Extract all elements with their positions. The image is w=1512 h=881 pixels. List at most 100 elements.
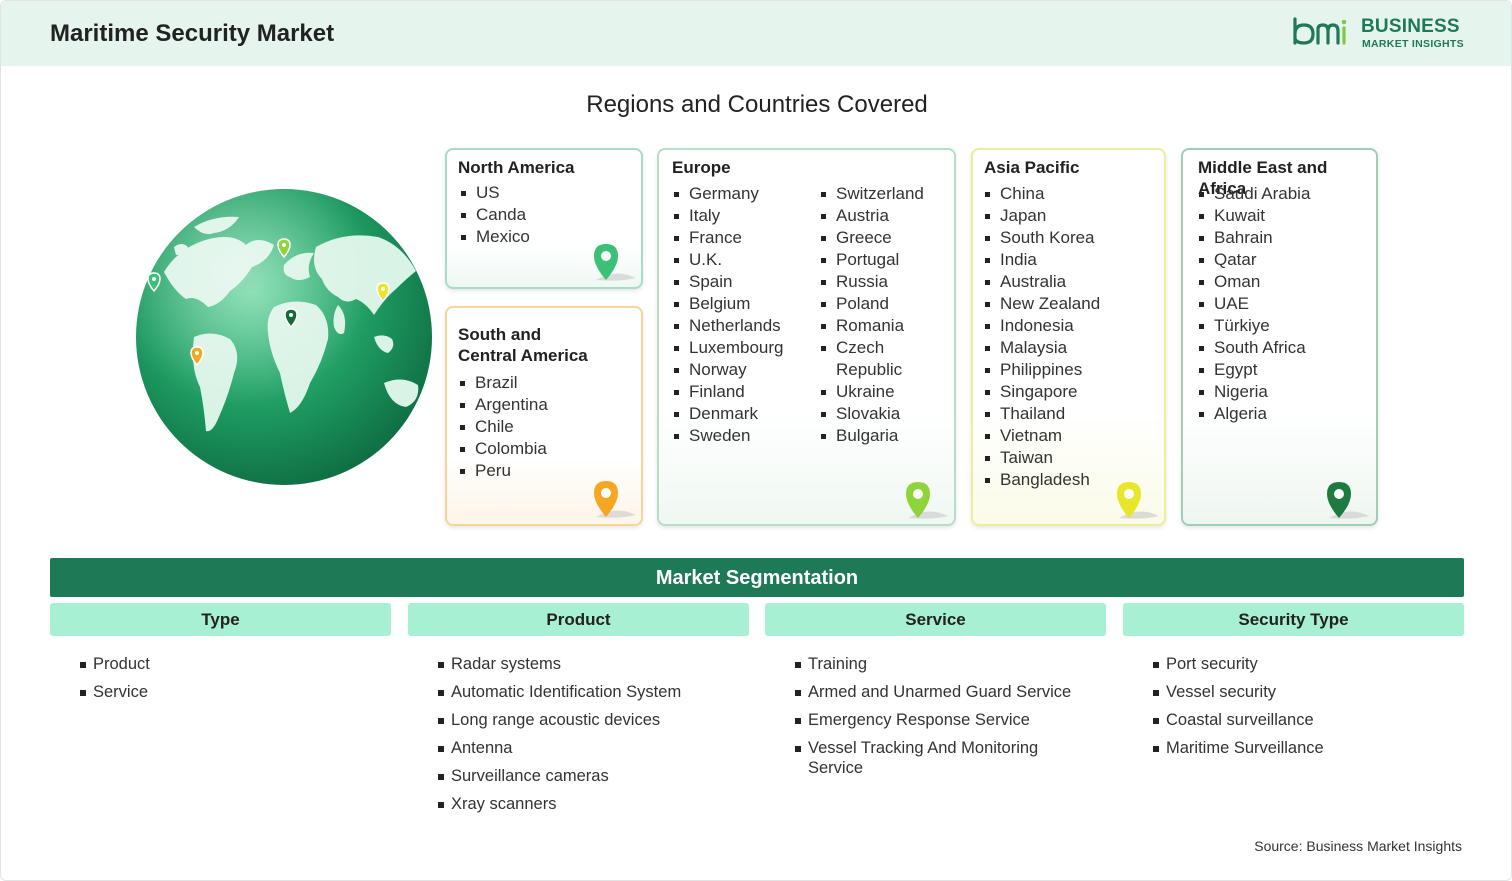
- list-item: Canda: [459, 204, 530, 226]
- list-item: Algeria: [1197, 403, 1310, 425]
- list-item: Port security: [1153, 654, 1453, 674]
- list-item: Qatar: [1197, 249, 1310, 271]
- segment-heading-service: Service: [765, 603, 1106, 636]
- region-card-south-central-america: South and Central America Brazil Argenti…: [445, 306, 643, 526]
- list-item: Bahrain: [1197, 227, 1310, 249]
- list-item: Service: [80, 682, 380, 702]
- list-item: Indonesia: [983, 315, 1100, 337]
- list-item: Singapore: [983, 381, 1100, 403]
- country-list: US Canda Mexico: [459, 182, 530, 248]
- list-item: Germany: [672, 183, 784, 205]
- page-title: Maritime Security Market: [50, 20, 335, 47]
- country-list-column-2: Switzerland Austria Greece Portugal Russ…: [819, 183, 954, 447]
- list-item: Belgium: [672, 293, 784, 315]
- region-title-line1: South and: [458, 325, 542, 344]
- location-pin-icon: [1117, 482, 1159, 519]
- list-item: Automatic Identification System: [438, 682, 738, 702]
- segment-heading-product: Product: [408, 603, 749, 636]
- regions-section-title: Regions and Countries Covered: [586, 91, 928, 118]
- list-item: Japan: [983, 205, 1100, 227]
- list-item: Antenna: [438, 738, 738, 758]
- list-item: Vessel Tracking And Monitoring Service: [795, 738, 1065, 778]
- list-item: Brazil: [458, 372, 548, 394]
- list-item: Product: [80, 654, 380, 674]
- logo-wordmark-line1: BUSINESS: [1361, 16, 1460, 37]
- list-item: China: [983, 183, 1100, 205]
- list-item: Training: [795, 654, 1095, 674]
- list-item: Czech Republic: [819, 337, 954, 381]
- country-list-column-1: Germany Italy France U.K. Spain Belgium …: [672, 183, 784, 447]
- list-item: Luxembourg: [672, 337, 784, 359]
- region-card-middle-east-africa: Middle East and Africa Saudi Arabia Kuwa…: [1181, 148, 1378, 526]
- list-item: Nigeria: [1197, 381, 1310, 403]
- list-item: South Korea: [983, 227, 1100, 249]
- list-item: Oman: [1197, 271, 1310, 293]
- list-item: Norway: [672, 359, 784, 381]
- list-item: Saudi Arabia: [1197, 183, 1310, 205]
- segment-list-type: Product Service: [80, 654, 380, 710]
- region-card-asia-pacific: Asia Pacific China Japan South Korea Ind…: [971, 148, 1166, 526]
- list-item: Bangladesh: [983, 469, 1100, 491]
- location-pin-icon: [906, 482, 948, 519]
- list-item: Colombia: [458, 438, 548, 460]
- list-item: Australia: [983, 271, 1100, 293]
- list-item: Netherlands: [672, 315, 784, 337]
- segment-list-product: Radar systems Automatic Identification S…: [438, 654, 738, 822]
- list-item: Türkiye: [1197, 315, 1310, 337]
- list-item: Austria: [819, 205, 954, 227]
- country-list: Saudi Arabia Kuwait Bahrain Qatar Oman U…: [1197, 183, 1310, 425]
- list-item: New Zealand: [983, 293, 1100, 315]
- segmentation-banner: Market Segmentation: [50, 558, 1464, 597]
- list-item: Greece: [819, 227, 954, 249]
- header-bar: Maritime Security Market BUSINESS MARKET…: [1, 1, 1511, 66]
- list-item: Finland: [672, 381, 784, 403]
- list-item: Portugal: [819, 249, 954, 271]
- list-item: South Africa: [1197, 337, 1310, 359]
- list-item: Egypt: [1197, 359, 1310, 381]
- list-item: Thailand: [983, 403, 1100, 425]
- list-item: Taiwan: [983, 447, 1100, 469]
- list-item: Chile: [458, 416, 548, 438]
- list-item: Switzerland: [819, 183, 954, 205]
- list-item: Xray scanners: [438, 794, 738, 814]
- region-card-north-america: North America US Canda Mexico: [445, 148, 643, 289]
- list-item: Romania: [819, 315, 954, 337]
- infographic-frame: Maritime Security Market BUSINESS MARKET…: [0, 0, 1512, 881]
- list-item: US: [459, 182, 530, 204]
- list-item: Maritime Surveillance: [1153, 738, 1453, 758]
- list-item: Surveillance cameras: [438, 766, 738, 786]
- list-item: Spain: [672, 271, 784, 293]
- list-item: Malaysia: [983, 337, 1100, 359]
- list-item: UAE: [1197, 293, 1310, 315]
- list-item: Italy: [672, 205, 784, 227]
- list-item: Poland: [819, 293, 954, 315]
- list-item: Radar systems: [438, 654, 738, 674]
- list-item: Armed and Unarmed Guard Service: [795, 682, 1095, 702]
- list-item: Mexico: [459, 226, 530, 248]
- logo-wordmark-line2: MARKET INSIGHTS: [1362, 38, 1464, 50]
- list-item: Denmark: [672, 403, 784, 425]
- location-pin-icon: [594, 244, 636, 281]
- list-item: Sweden: [672, 425, 784, 447]
- segment-heading-type: Type: [50, 603, 391, 636]
- source-note: Source: Business Market Insights: [1254, 838, 1462, 854]
- country-list: China Japan South Korea India Australia …: [983, 183, 1100, 491]
- list-item: Bulgaria: [819, 425, 954, 447]
- list-item: U.K.: [672, 249, 784, 271]
- list-item: Philippines: [983, 359, 1100, 381]
- list-item: Ukraine: [819, 381, 954, 403]
- list-item: Argentina: [458, 394, 548, 416]
- list-item: Slovakia: [819, 403, 954, 425]
- country-list: Brazil Argentina Chile Colombia Peru: [458, 372, 548, 482]
- list-item: Coastal surveillance: [1153, 710, 1453, 730]
- list-item: Kuwait: [1197, 205, 1310, 227]
- segment-list-service: Training Armed and Unarmed Guard Service…: [795, 654, 1095, 786]
- region-card-europe: Europe Germany Italy France U.K. Spain B…: [657, 148, 956, 526]
- region-title: North America: [458, 158, 575, 177]
- region-title: Europe: [672, 158, 731, 177]
- location-pin-icon: [1327, 482, 1369, 519]
- segment-list-security-type: Port security Vessel security Coastal su…: [1153, 654, 1453, 766]
- list-item: France: [672, 227, 784, 249]
- list-item: Emergency Response Service: [795, 710, 1095, 730]
- segment-heading-security-type: Security Type: [1123, 603, 1464, 636]
